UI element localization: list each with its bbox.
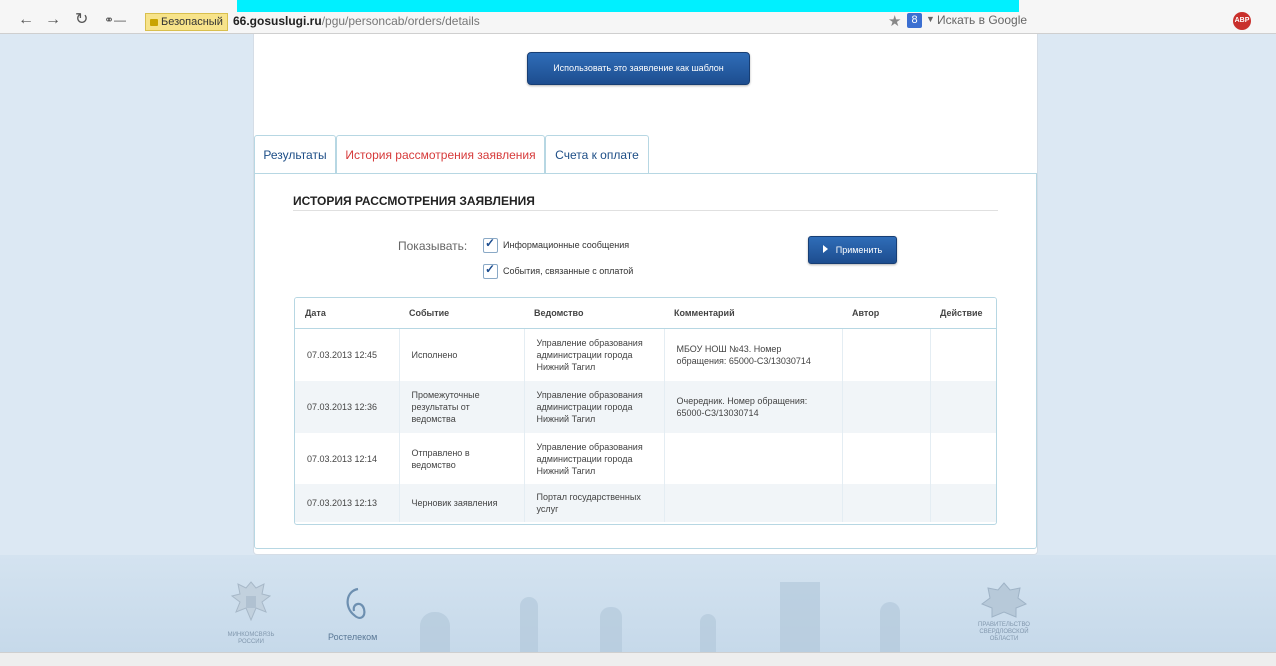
cell-date: 07.03.2013 12:13 (295, 484, 400, 522)
column-header-agency: Ведомство (524, 298, 664, 329)
rostelecom-label: Ростелеком (328, 632, 378, 642)
table-row: 07.03.2013 12:45 Исполнено Управление об… (295, 328, 996, 381)
info-messages-label: Информационные сообщения (503, 240, 630, 250)
cell-date: 07.03.2013 12:36 (295, 381, 400, 433)
section-title: ИСТОРИЯ РАССМОТРЕНИЯ ЗАЯВЛЕНИЯ (293, 194, 535, 208)
payment-events-label: События, связанные с оплатой (503, 266, 634, 276)
gov-caption: ПРАВИТЕЛЬСТВО СВЕРДЛОВСКОЙ ОБЛАСТИ (978, 622, 1030, 642)
cell-event: Черновик заявления (399, 484, 525, 522)
cell-action (930, 381, 996, 433)
apply-button-label: Применить (835, 245, 883, 255)
city-silhouette (520, 597, 538, 652)
table-row: 07.03.2013 12:14 Отправлено в ведомство … (295, 433, 996, 484)
city-silhouette (880, 602, 900, 652)
city-silhouette (700, 614, 716, 652)
table-header: Дата Событие Ведомство Комментарий Автор… (295, 298, 996, 329)
cell-author (842, 381, 931, 433)
table-row: 07.03.2013 12:13 Черновик заявления Порт… (295, 484, 996, 522)
city-silhouette (600, 607, 622, 652)
reload-icon[interactable]: ↻ (75, 12, 88, 28)
url-host: 66.gosuslugi.ru (233, 14, 322, 28)
url-path: /pgu/personcab/orders/details (321, 14, 480, 28)
minsvyaz-caption: МИНКОМСВЯЗЬ РОССИИ (227, 632, 275, 645)
history-panel: ИСТОРИЯ РАССМОТРЕНИЯ ЗАЯВЛЕНИЯ Показыват… (254, 173, 1037, 549)
column-header-comment: Комментарий (664, 298, 842, 329)
cell-action (930, 484, 996, 522)
column-header-date: Дата (295, 298, 399, 329)
site-footer (0, 555, 1276, 652)
cell-comment: МБОУ НОШ №43. Номер обращения: 65000-С3/… (664, 328, 843, 381)
cell-agency: Управление образования администрации гор… (524, 328, 665, 381)
bookmark-star-icon[interactable]: ★ (888, 12, 901, 30)
back-arrow-icon[interactable]: ← (18, 12, 34, 28)
chevron-down-icon[interactable]: ▼ (926, 14, 935, 24)
sverdlovsk-emblem-icon (980, 582, 1028, 618)
column-header-author: Автор (842, 298, 930, 329)
secure-badge[interactable]: Безопасный (145, 13, 228, 31)
cell-agency: Управление образования администрации гор… (524, 381, 665, 433)
cell-comment (664, 484, 843, 522)
cell-comment: Очередник. Номер обращения: 65000-С3/130… (664, 381, 843, 433)
payment-events-checkbox[interactable]: ✓ (483, 262, 498, 279)
cell-agency: Управление образования администрации гор… (524, 433, 665, 484)
play-icon (822, 245, 828, 253)
address-bar[interactable]: 66.gosuslugi.ru/pgu/personcab/orders/det… (233, 14, 480, 28)
main-content: Использовать это заявление как шаблон Ре… (253, 34, 1038, 555)
cell-action (930, 328, 996, 381)
secure-label: Безопасный (161, 16, 223, 28)
column-header-action: Действие (930, 298, 996, 329)
tab-invoices[interactable]: Счета к оплате (545, 135, 649, 173)
tab-results[interactable]: Результаты (254, 135, 336, 173)
highlight-strip (237, 0, 1019, 12)
cell-event: Промежуточные результаты от ведомства (399, 381, 525, 433)
search-input[interactable]: Искать в Google (937, 13, 1027, 27)
rostelecom-logo-icon (346, 587, 366, 619)
cell-author (842, 433, 931, 484)
filter-label: Показывать: (398, 239, 468, 253)
forward-arrow-icon[interactable]: → (45, 12, 61, 28)
apply-button[interactable]: Применить (808, 236, 897, 264)
search-engine-icon: 8 (907, 13, 922, 28)
search-box[interactable]: 8 ▼ Искать в Google (903, 12, 1228, 29)
cell-comment (664, 433, 843, 484)
info-messages-checkbox[interactable]: ✓ (483, 236, 498, 253)
browser-toolbar: ← → ↻ ⚭— Безопасный 66.gosuslugi.ru/pgu/… (0, 0, 1276, 34)
checkmark-icon: ✓ (485, 262, 496, 276)
divider (293, 210, 998, 211)
russia-emblem-icon (230, 581, 272, 622)
checkmark-icon: ✓ (485, 236, 496, 250)
cell-date: 07.03.2013 12:14 (295, 433, 400, 484)
cell-author (842, 484, 931, 522)
cell-action (930, 433, 996, 484)
city-silhouette (780, 582, 820, 652)
browser-status-bar (0, 652, 1276, 666)
city-silhouette (420, 612, 450, 652)
tab-history[interactable]: История рассмотрения заявления (336, 135, 545, 174)
history-table: Дата Событие Ведомство Комментарий Автор… (294, 297, 997, 525)
column-header-event: Событие (399, 298, 524, 329)
cell-event: Отправлено в ведомство (399, 433, 525, 484)
adblock-icon[interactable]: ABP (1233, 12, 1251, 30)
table-row: 07.03.2013 12:36 Промежуточные результат… (295, 381, 996, 433)
cell-author (842, 328, 931, 381)
lock-icon (150, 19, 158, 26)
key-icon[interactable]: ⚭— (104, 12, 126, 28)
use-as-template-button[interactable]: Использовать это заявление как шаблон (527, 52, 750, 85)
cell-event: Исполнено (399, 328, 525, 381)
cell-date: 07.03.2013 12:45 (295, 328, 400, 381)
cell-agency: Портал государственных услуг (524, 484, 665, 522)
